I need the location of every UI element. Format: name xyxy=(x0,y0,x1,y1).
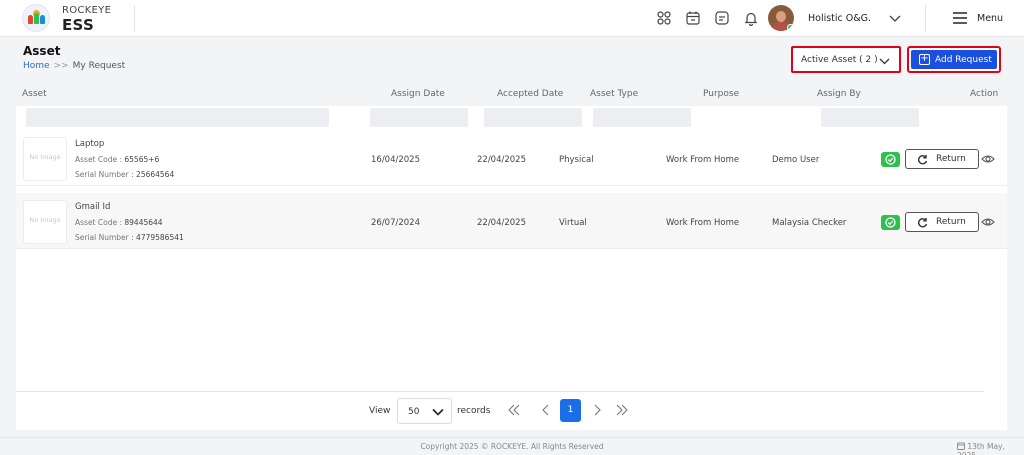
user-avatar[interactable] xyxy=(768,5,794,31)
accept-button[interactable] xyxy=(881,152,900,167)
asset-code-label: Asset Code : xyxy=(75,155,122,164)
serial-number-value: 4779586541 xyxy=(136,233,184,242)
return-button[interactable]: Return xyxy=(905,149,979,169)
assign-date: 26/07/2024 xyxy=(371,218,420,228)
page-title: Asset xyxy=(23,44,61,58)
chevron-down-icon[interactable] xyxy=(888,11,902,25)
assign-by: Demo User xyxy=(772,155,820,165)
return-label: Return xyxy=(936,217,966,227)
copyright-text: Copyright 2025 © ROCKEYE. All Rights Res… xyxy=(420,442,604,451)
filter-input-assign-by[interactable] xyxy=(821,108,919,127)
view-label: View xyxy=(369,406,391,416)
table-row: No Image Gmail Id Asset Code : 89445644 … xyxy=(16,193,1007,249)
active-asset-dropdown[interactable]: Active Asset ( 2 ) xyxy=(791,46,901,73)
chevron-down-icon xyxy=(879,58,890,65)
column-asset-type[interactable]: Asset Type xyxy=(590,89,638,99)
refresh-icon xyxy=(918,155,928,165)
return-label: Return xyxy=(936,154,966,164)
bell-icon[interactable] xyxy=(743,10,759,26)
eye-icon[interactable] xyxy=(981,215,995,229)
pagination: View 50 records 1 xyxy=(16,391,984,429)
accepted-date: 22/04/2025 xyxy=(477,155,526,165)
asset-name: Gmail Id xyxy=(75,202,111,212)
filter-input-asset[interactable] xyxy=(26,108,329,127)
menu-button[interactable]: Menu xyxy=(977,13,1003,24)
breadcrumb-home-link[interactable]: Home xyxy=(23,61,50,71)
footer-date: 13th May, 2025 xyxy=(957,442,1024,455)
check-icon xyxy=(885,154,896,165)
purpose: Work From Home xyxy=(666,218,740,228)
chevron-down-icon xyxy=(432,408,444,416)
top-bar: ROCKEYE ESS Holistic O&G. Menu xyxy=(0,0,1024,37)
purpose: Work From Home xyxy=(666,155,740,165)
breadcrumb-current: My Request xyxy=(72,61,126,71)
asset-code: Asset Code : 65565+6 xyxy=(75,155,159,164)
serial-number-value: 25664564 xyxy=(136,170,175,179)
asset-code: Asset Code : 89445644 xyxy=(75,218,163,227)
divider xyxy=(925,5,926,32)
filter-input-accepted-date[interactable] xyxy=(484,108,582,127)
calendar-icon[interactable] xyxy=(685,10,701,26)
asset-image-placeholder: No Image xyxy=(23,200,67,244)
asset-code-label: Asset Code : xyxy=(75,218,122,227)
filter-input-asset-type[interactable] xyxy=(593,108,691,127)
serial-number: Serial Number : 4779586541 xyxy=(75,233,184,242)
chevron-left-icon[interactable] xyxy=(538,402,554,418)
add-request-label: Add Request xyxy=(935,55,992,65)
breadcrumb: Home >> My Request xyxy=(23,61,125,71)
return-button[interactable]: Return xyxy=(905,212,979,232)
eye-icon[interactable] xyxy=(981,152,995,166)
double-chevron-right-icon[interactable] xyxy=(614,402,630,418)
asset-image-placeholder: No Image xyxy=(23,137,67,181)
online-status-dot xyxy=(787,24,794,31)
table-row: No Image Laptop Asset Code : 65565+6 Ser… xyxy=(16,130,1007,186)
records-label: records xyxy=(457,406,491,416)
rockeye-logo[interactable] xyxy=(22,4,50,32)
asset-name: Laptop xyxy=(75,139,105,149)
column-action[interactable]: Action xyxy=(970,89,998,99)
asset-code-value: 89445644 xyxy=(124,218,163,227)
accept-button[interactable] xyxy=(881,215,900,230)
breadcrumb-separator: >> xyxy=(53,61,69,71)
chat-icon[interactable] xyxy=(714,10,730,26)
hamburger-icon[interactable] xyxy=(952,11,968,25)
asset-type: Physical xyxy=(559,155,594,165)
table-header: Asset Assign Date Accepted Date Asset Ty… xyxy=(16,82,1007,106)
accepted-date: 22/04/2025 xyxy=(477,218,526,228)
assign-by: Malaysia Checker xyxy=(772,218,847,228)
page-button-current[interactable]: 1 xyxy=(560,399,581,422)
asset-type: Virtual xyxy=(559,218,587,228)
divider xyxy=(134,5,135,32)
brand-name-bottom: ESS xyxy=(62,16,95,34)
records-per-page-select[interactable]: 50 xyxy=(397,398,452,424)
column-assign-by[interactable]: Assign By xyxy=(817,89,861,99)
apps-icon[interactable] xyxy=(656,10,672,26)
column-purpose[interactable]: Purpose xyxy=(703,89,739,99)
footer: Copyright 2025 © ROCKEYE. All Rights Res… xyxy=(0,437,1024,455)
assign-date: 16/04/2025 xyxy=(371,155,420,165)
calendar-small-icon xyxy=(957,442,965,450)
records-per-page-value: 50 xyxy=(408,407,420,417)
serial-number: Serial Number : 25664564 xyxy=(75,170,174,179)
check-icon xyxy=(885,217,896,228)
refresh-icon xyxy=(918,218,928,228)
plus-icon: + xyxy=(919,53,930,65)
asset-code-value: 65565+6 xyxy=(124,155,160,164)
column-accepted-date[interactable]: Accepted Date xyxy=(497,89,563,99)
brand-name-top: ROCKEYE xyxy=(62,5,112,16)
column-asset[interactable]: Asset xyxy=(22,89,47,99)
active-asset-label: Active Asset ( 2 ) xyxy=(801,55,878,65)
serial-number-label: Serial Number : xyxy=(75,170,134,179)
serial-number-label: Serial Number : xyxy=(75,233,134,242)
asset-table: Asset Assign Date Accepted Date Asset Ty… xyxy=(16,82,1007,430)
add-request-highlight: + Add Request xyxy=(907,46,1001,73)
user-name[interactable]: Holistic O&G. xyxy=(808,13,871,24)
chevron-right-icon[interactable] xyxy=(589,402,605,418)
double-chevron-left-icon[interactable] xyxy=(506,402,522,418)
add-request-button[interactable]: + Add Request xyxy=(911,50,997,69)
filter-input-assign-date[interactable] xyxy=(370,108,468,127)
footer-date-value: 13th May, 2025 xyxy=(957,442,1005,455)
column-assign-date[interactable]: Assign Date xyxy=(391,89,445,99)
